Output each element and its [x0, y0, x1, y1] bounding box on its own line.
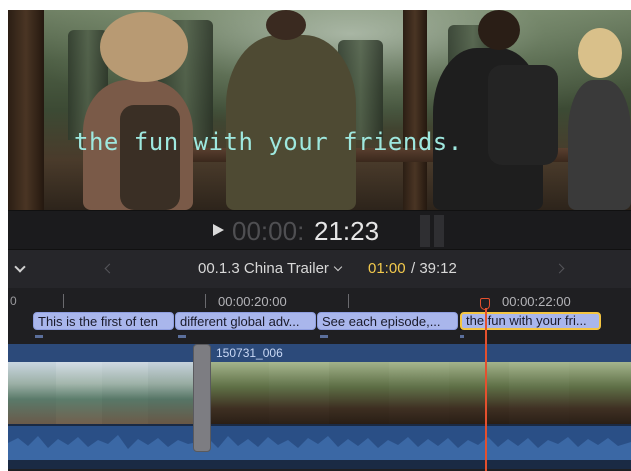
tree-trunk [8, 10, 44, 210]
tree-trunk [403, 10, 427, 210]
play-icon[interactable] [213, 224, 224, 236]
filmstrip-frame [389, 362, 449, 424]
ruler-label: 00:00:20:00 [218, 294, 287, 309]
total-duration: / 39:12 [411, 260, 457, 277]
person-head [478, 10, 520, 50]
person-head [266, 10, 306, 40]
caption-clip[interactable]: This is the first of ten [33, 312, 174, 330]
project-name: 00.1.3 China Trailer [198, 260, 329, 277]
timecode-prefix: 00:00: [232, 216, 305, 246]
playhead[interactable] [485, 308, 487, 471]
backpack [120, 105, 180, 210]
audio-meter-left [420, 215, 430, 247]
transport-bar: 00:00: 21:23 [8, 210, 631, 249]
caption-connector [35, 335, 43, 338]
ruler-label: 00:00:22:00 [502, 294, 571, 309]
clip-filmstrip-forest[interactable] [209, 362, 631, 424]
caption-clip[interactable]: different global adv... [175, 312, 316, 330]
person-head [578, 28, 622, 78]
app-window: the fun with your friends. 00:00: 21:23 … [8, 10, 631, 471]
filmstrip-frame [509, 362, 569, 424]
ruler-start-label: 0 [10, 294, 17, 308]
chevron-down-icon [333, 262, 343, 272]
person-far-right [568, 80, 631, 210]
filmstrip-frame [102, 362, 148, 424]
clip-filmstrip-river[interactable] [8, 362, 194, 424]
filmstrip-frame [8, 362, 56, 424]
waveform-graphic [8, 435, 631, 460]
chevron-down-icon[interactable] [14, 261, 26, 273]
project-menu[interactable]: 00.1.3 China Trailer [198, 260, 347, 277]
video-viewer[interactable]: the fun with your friends. [8, 10, 631, 210]
timecode-display[interactable]: 21:23 [314, 216, 379, 247]
timeline-header: 00.1.3 China Trailer 01:00 / 39:12 [8, 249, 631, 289]
straw-hat [100, 12, 188, 82]
history-forward-icon[interactable] [554, 263, 565, 274]
filmstrip-frame [449, 362, 509, 424]
filmstrip-frame [148, 362, 194, 424]
ruler-tick [63, 294, 64, 308]
caption-connector [460, 335, 464, 338]
caption-connector [178, 335, 186, 338]
timeline-ruler[interactable]: 0 00:00:20:00 00:00:22:00 [8, 288, 631, 312]
caption-clip[interactable]: See each episode,... [317, 312, 458, 330]
filmstrip-frame [329, 362, 389, 424]
primary-storyline[interactable]: 150731_006 [8, 344, 631, 469]
ruler-tick [205, 294, 206, 308]
history-back-icon[interactable] [104, 263, 115, 274]
clip-name: 150731_006 [216, 346, 283, 360]
caption-connector [320, 335, 328, 338]
audio-waveform[interactable] [8, 426, 631, 460]
person-center [226, 35, 356, 210]
viewer-subtitle: the fun with your friends. [74, 128, 463, 156]
backpack [488, 65, 558, 165]
filmstrip-frame [269, 362, 329, 424]
timeline[interactable]: 0 00:00:20:00 00:00:22:00 This is the fi… [8, 288, 631, 471]
filmstrip-frame [569, 362, 631, 424]
caption-clip-selected[interactable]: the fun with your fri... [460, 312, 601, 330]
current-duration: 01:00 [368, 260, 406, 277]
ruler-tick [348, 294, 349, 308]
audio-meter-right [434, 215, 444, 247]
filmstrip-frame [56, 362, 102, 424]
clip-title-bar [8, 344, 631, 362]
filmstrip-frame [209, 362, 269, 424]
clip-trim-handle[interactable] [193, 344, 211, 452]
